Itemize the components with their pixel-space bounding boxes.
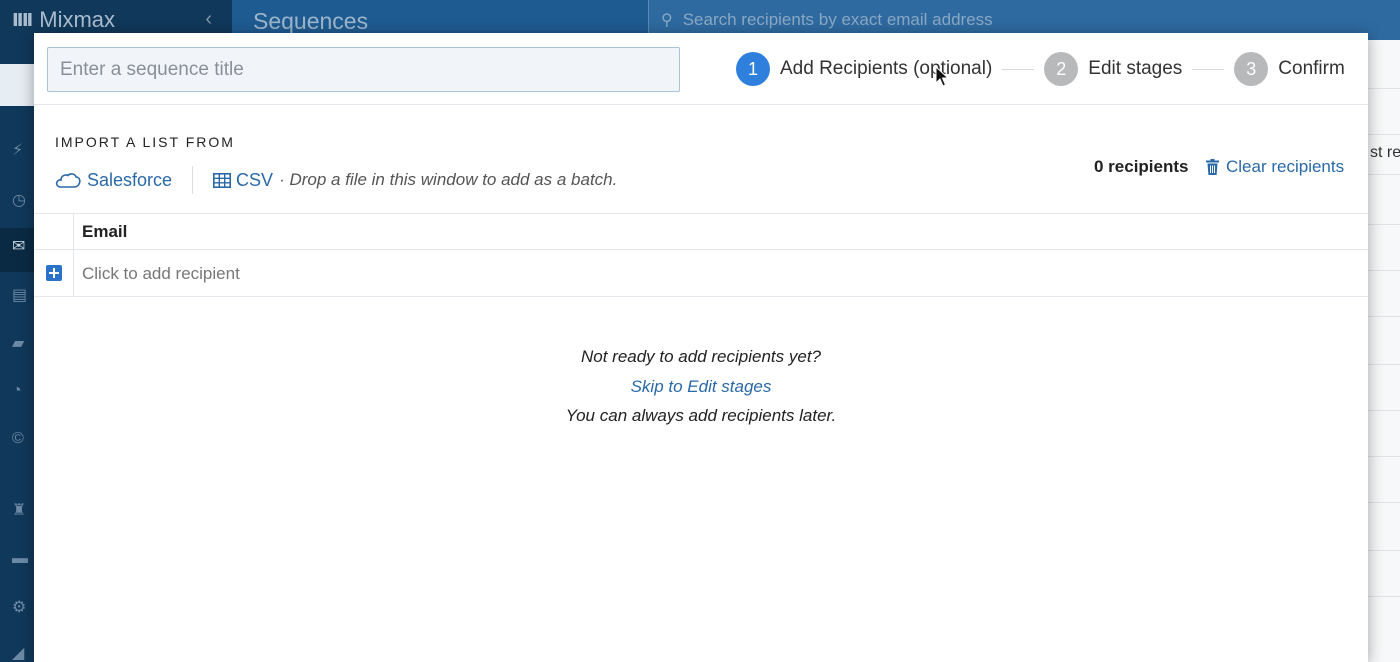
empty-state-line: Not ready to add recipients yet? bbox=[580, 347, 822, 366]
puzzle-icon[interactable]: ♜ bbox=[12, 500, 32, 520]
search-icon: ⚲ bbox=[661, 12, 673, 29]
step-number: 2 bbox=[1044, 52, 1079, 86]
recipients-table: Email Click to add recipient bbox=[34, 213, 1368, 297]
import-options: Salesforce CSV · Drop a file in this win… bbox=[55, 166, 617, 194]
clear-recipients-button[interactable]: Clear recipients bbox=[1206, 157, 1344, 177]
row-gutter bbox=[34, 250, 74, 296]
step-edit-stages[interactable]: 2 Edit stages bbox=[1044, 52, 1182, 86]
step-label: Add Recipients (optional) bbox=[780, 58, 993, 79]
import-divider bbox=[192, 166, 194, 194]
skip-to-edit-stages-link[interactable]: Skip to Edit stages bbox=[34, 372, 1368, 402]
mouse-cursor-icon bbox=[935, 66, 949, 87]
card-icon[interactable]: ▬ bbox=[12, 550, 32, 568]
step-number: 1 bbox=[736, 52, 770, 86]
mixmax-logo-icon: ⅠⅡⅠ bbox=[12, 9, 33, 30]
copyright-icon[interactable]: © bbox=[12, 430, 32, 448]
gear-icon[interactable]: ⚙ bbox=[12, 597, 32, 617]
add-recipient-placeholder[interactable]: Click to add recipient bbox=[82, 264, 240, 284]
lightning-icon[interactable]: ⚡ bbox=[12, 140, 32, 160]
empty-state-line: You can always add recipients later. bbox=[565, 406, 837, 425]
table-grid-icon[interactable] bbox=[213, 172, 232, 188]
add-recipient-row[interactable]: Click to add recipient bbox=[34, 250, 1368, 297]
new-sequence-modal: 1 Add Recipients (optional) 2 Edit stage… bbox=[34, 33, 1368, 662]
page-title: Sequences bbox=[253, 8, 369, 34]
email-column-header: Email bbox=[82, 222, 128, 241]
book-icon[interactable]: ▰ bbox=[12, 333, 32, 353]
document-icon[interactable]: ▤ bbox=[12, 285, 32, 305]
pie-chart-icon[interactable]: ◔ bbox=[12, 382, 32, 400]
modal-header: 1 Add Recipients (optional) 2 Edit stage… bbox=[34, 33, 1368, 105]
salesforce-import-link[interactable]: Salesforce bbox=[87, 170, 172, 191]
table-header: Email bbox=[34, 213, 1368, 250]
empty-state-message: Not ready to add recipients yet? Skip to… bbox=[34, 342, 1368, 431]
clear-recipients-label: Clear recipients bbox=[1226, 157, 1345, 176]
step-divider bbox=[1002, 68, 1035, 70]
sequence-title-input[interactable] bbox=[47, 47, 680, 92]
drop-file-hint: · Drop a file in this window to add as a… bbox=[279, 170, 618, 189]
step-label: Confirm bbox=[1278, 58, 1345, 79]
row-gutter bbox=[34, 214, 74, 249]
recipients-count: 0 recipients bbox=[1094, 157, 1189, 176]
step-confirm[interactable]: 3 Confirm bbox=[1234, 52, 1345, 86]
step-label: Edit stages bbox=[1088, 58, 1183, 79]
step-divider bbox=[1192, 68, 1225, 70]
nav-item-compose[interactable] bbox=[0, 64, 34, 106]
plus-icon[interactable] bbox=[46, 265, 62, 281]
brand-name: Mixmax bbox=[39, 7, 116, 32]
step-add-recipients[interactable]: 1 Add Recipients (optional) bbox=[736, 52, 992, 86]
envelope-stack-icon[interactable]: ✉ bbox=[12, 236, 32, 256]
clock-icon[interactable]: ◷ bbox=[12, 190, 32, 210]
trash-icon bbox=[1206, 159, 1219, 175]
step-number: 3 bbox=[1234, 52, 1269, 86]
cloud-icon[interactable] bbox=[55, 171, 81, 189]
import-list-title: IMPORT A LIST FROM bbox=[55, 134, 235, 150]
search-placeholder: Search recipients by exact email address bbox=[682, 10, 993, 29]
background-list: st rec bbox=[1368, 40, 1400, 662]
csv-import-link[interactable]: CSV bbox=[236, 170, 273, 191]
megaphone-icon[interactable]: ◢ bbox=[12, 643, 32, 662]
collapse-sidebar-icon[interactable]: ‹ bbox=[205, 8, 212, 31]
background-column-header: st rec bbox=[1370, 144, 1400, 161]
wizard-steps: 1 Add Recipients (optional) 2 Edit stage… bbox=[736, 52, 1345, 86]
